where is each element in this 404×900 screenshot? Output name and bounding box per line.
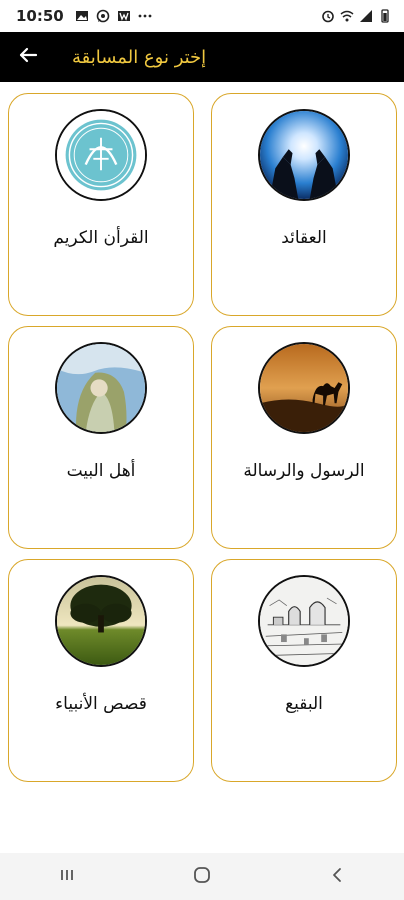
signal-icon: [359, 9, 373, 23]
battery-icon: [378, 9, 392, 23]
category-image-painting: [55, 342, 147, 434]
category-image-camel-desert: [258, 342, 350, 434]
category-label: البقيع: [285, 694, 323, 714]
category-label: العقائد: [281, 228, 327, 248]
status-bar: 10:50: [0, 0, 404, 32]
status-left: 10:50: [16, 7, 152, 25]
category-image-quran-emblem: [55, 109, 147, 201]
more-dots-icon: [138, 9, 152, 23]
category-card-prophets[interactable]: قصص الأنبياء: [8, 559, 194, 782]
arrow-left-icon: [18, 45, 38, 69]
category-image-sketch-shrine: [258, 575, 350, 667]
category-grid: العقائد القرأن الكريم الرسول والرسالة أه…: [0, 82, 404, 785]
category-label: الرسول والرسالة: [243, 461, 365, 481]
category-label: القرأن الكريم: [53, 228, 149, 248]
category-label: قصص الأنبياء: [55, 694, 147, 714]
status-right: [321, 9, 392, 23]
system-back-button[interactable]: [307, 853, 367, 900]
category-image-tree-field: [55, 575, 147, 667]
recents-icon: [57, 865, 77, 889]
category-image-hands-light: [258, 109, 350, 201]
back-button[interactable]: [0, 32, 56, 82]
category-label: أهل البيت: [66, 461, 136, 481]
system-nav-bar: [0, 853, 404, 900]
category-card-ahlulbayt[interactable]: أهل البيت: [8, 326, 194, 549]
recents-button[interactable]: [37, 853, 97, 900]
status-time: 10:50: [16, 7, 64, 25]
page-title: إختر نوع المسابقة: [72, 46, 207, 68]
app-bar: إختر نوع المسابقة: [0, 32, 404, 82]
category-card-aqaid[interactable]: العقائد: [211, 93, 397, 316]
home-button[interactable]: [172, 853, 232, 900]
wifi-icon: [340, 9, 354, 23]
app-icon: [117, 9, 131, 23]
back-chevron-icon: [327, 865, 347, 889]
alarm-icon: [321, 9, 335, 23]
category-card-quran[interactable]: القرأن الكريم: [8, 93, 194, 316]
whatsapp-icon: [96, 9, 110, 23]
category-card-baqi[interactable]: البقيع: [211, 559, 397, 782]
image-icon: [75, 9, 89, 23]
category-card-rasul[interactable]: الرسول والرسالة: [211, 326, 397, 549]
home-icon: [192, 865, 212, 889]
